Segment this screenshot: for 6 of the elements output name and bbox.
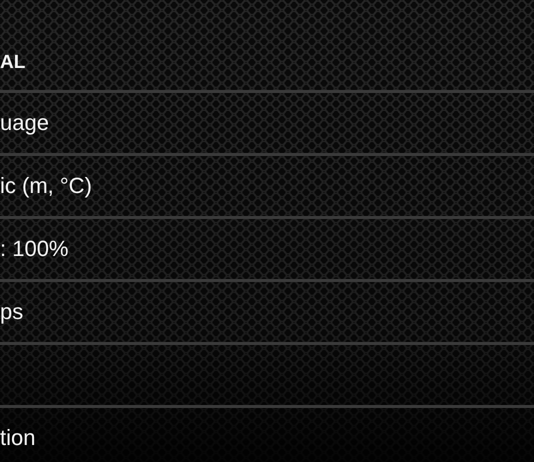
settings-row-label[interactable]: ps bbox=[0, 301, 24, 323]
section-title: AL bbox=[0, 53, 26, 72]
settings-row-label[interactable]: tion bbox=[0, 427, 36, 449]
settings-row-label[interactable]: : 100% bbox=[0, 238, 68, 260]
settings-row-label[interactable]: uage bbox=[0, 112, 49, 134]
settings-row-label[interactable]: ic (m, °C) bbox=[0, 175, 92, 197]
